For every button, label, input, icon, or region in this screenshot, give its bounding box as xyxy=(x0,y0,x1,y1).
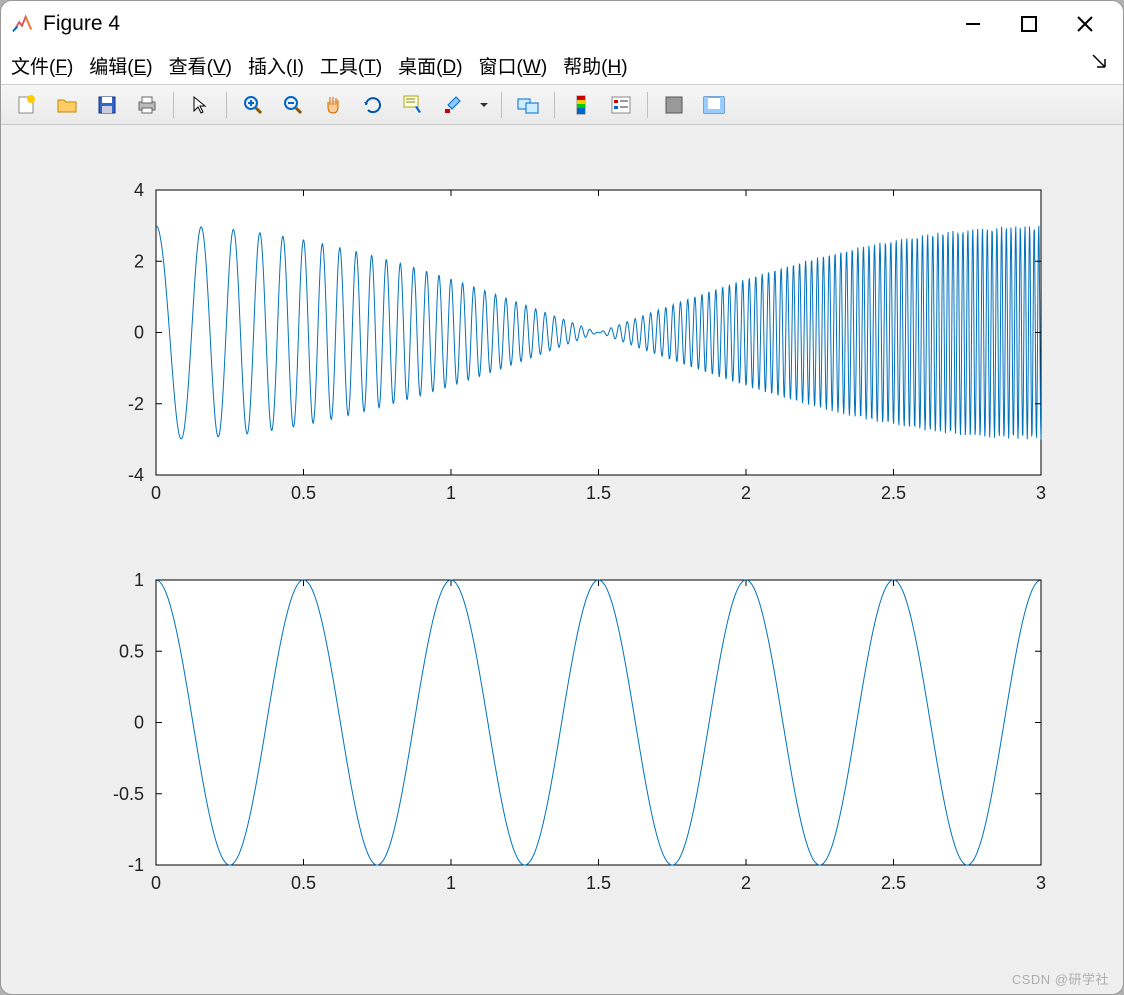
toolbar-separator xyxy=(554,92,555,118)
close-button[interactable] xyxy=(1057,4,1113,44)
svg-text:2.5: 2.5 xyxy=(881,483,906,503)
toolbar-separator xyxy=(226,92,227,118)
minimize-button[interactable] xyxy=(945,4,1001,44)
svg-text:3: 3 xyxy=(1036,873,1046,893)
undock-icon[interactable] xyxy=(1091,53,1109,77)
svg-text:1: 1 xyxy=(134,570,144,590)
hide-plot-tools-icon[interactable] xyxy=(656,89,692,121)
legend-icon[interactable] xyxy=(603,89,639,121)
menu-insert[interactable]: 插入(I) xyxy=(248,52,304,79)
svg-text:0: 0 xyxy=(151,873,161,893)
matlab-icon xyxy=(11,13,33,35)
svg-text:2: 2 xyxy=(741,483,751,503)
zoom-in-icon[interactable] xyxy=(235,89,271,121)
menu-tools[interactable]: 工具(T) xyxy=(320,52,382,79)
window-title: Figure 4 xyxy=(43,12,945,36)
svg-text:-1: -1 xyxy=(128,855,144,875)
menubar: 文件(F) 编辑(E) 查看(V) 插入(I) 工具(T) 桌面(D) 窗口(W… xyxy=(1,47,1123,85)
svg-text:0: 0 xyxy=(134,713,144,733)
svg-text:2: 2 xyxy=(741,873,751,893)
pointer-icon[interactable] xyxy=(182,89,218,121)
toolbar xyxy=(1,85,1123,125)
svg-text:0: 0 xyxy=(134,323,144,343)
link-icon[interactable] xyxy=(510,89,546,121)
menu-edit[interactable]: 编辑(E) xyxy=(89,52,152,79)
svg-text:-2: -2 xyxy=(128,394,144,414)
svg-text:1: 1 xyxy=(446,873,456,893)
svg-text:1: 1 xyxy=(446,483,456,503)
svg-text:0: 0 xyxy=(151,483,161,503)
svg-text:-0.5: -0.5 xyxy=(113,784,144,804)
svg-text:0.5: 0.5 xyxy=(119,641,144,661)
brush-icon[interactable] xyxy=(435,89,471,121)
menu-file[interactable]: 文件(F) xyxy=(11,52,73,79)
svg-text:0.5: 0.5 xyxy=(291,483,316,503)
svg-text:2.5: 2.5 xyxy=(881,873,906,893)
svg-text:3: 3 xyxy=(1036,483,1046,503)
svg-text:1.5: 1.5 xyxy=(586,483,611,503)
show-plot-tools-icon[interactable] xyxy=(696,89,732,121)
menu-window[interactable]: 窗口(W) xyxy=(479,52,548,79)
svg-text:1.5: 1.5 xyxy=(586,873,611,893)
svg-text:0.5: 0.5 xyxy=(291,873,316,893)
svg-text:-4: -4 xyxy=(128,465,144,485)
brush-dropdown-icon[interactable] xyxy=(475,89,493,121)
new-figure-icon[interactable] xyxy=(9,89,45,121)
zoom-out-icon[interactable] xyxy=(275,89,311,121)
menu-help[interactable]: 帮助(H) xyxy=(563,52,627,79)
axes-1[interactable]: 0 0.5 1 1.5 2 2.5 3 -4 -2 0 2 4 xyxy=(61,175,1061,515)
menu-desktop[interactable]: 桌面(D) xyxy=(398,52,462,79)
print-icon[interactable] xyxy=(129,89,165,121)
toolbar-separator xyxy=(647,92,648,118)
watermark: CSDN @研学社 xyxy=(1012,969,1109,988)
figure-window: Figure 4 文件(F) 编辑(E) 查看(V) 插入(I) 工具(T) 桌… xyxy=(0,0,1124,995)
toolbar-separator xyxy=(173,92,174,118)
rotate-icon[interactable] xyxy=(355,89,391,121)
data-cursor-icon[interactable] xyxy=(395,89,431,121)
colorbar-icon[interactable] xyxy=(563,89,599,121)
toolbar-separator xyxy=(501,92,502,118)
svg-text:4: 4 xyxy=(134,180,144,200)
figure-canvas[interactable]: 0 0.5 1 1.5 2 2.5 3 -4 -2 0 2 4 0 0.5 1 1.5 2 2.5 3 -1 -0.5… xyxy=(1,125,1123,994)
open-icon[interactable] xyxy=(49,89,85,121)
axes-2[interactable]: 0 0.5 1 1.5 2 2.5 3 -1 -0.5 0 0.5 1 xyxy=(61,565,1061,905)
maximize-button[interactable] xyxy=(1001,4,1057,44)
save-icon[interactable] xyxy=(89,89,125,121)
pan-icon[interactable] xyxy=(315,89,351,121)
svg-text:2: 2 xyxy=(134,251,144,271)
menu-view[interactable]: 查看(V) xyxy=(169,52,232,79)
titlebar: Figure 4 xyxy=(1,1,1123,47)
